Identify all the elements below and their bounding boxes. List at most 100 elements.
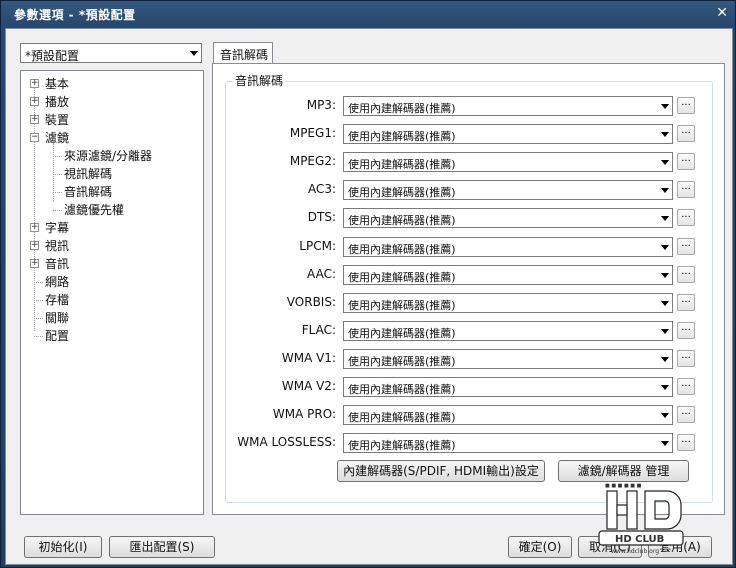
tree-item-label: 網路 xyxy=(45,275,70,289)
decoder-options-button[interactable]: ... xyxy=(677,322,695,339)
tree-item[interactable]: 存檔 xyxy=(45,291,69,308)
decoder-select-value: 使用內建解碼器(推薦) xyxy=(348,355,456,368)
expand-icon[interactable]: + xyxy=(30,115,39,124)
decoder-select-value: 使用內建解碼器(推薦) xyxy=(348,214,456,227)
decoder-select-value: 使用內建解碼器(推薦) xyxy=(348,439,456,452)
decoder-options-button[interactable]: ... xyxy=(677,378,695,395)
decoder-select[interactable]: 使用內建解碼器(推薦) xyxy=(343,293,673,313)
decoder-select[interactable]: 使用內建解碼器(推薦) xyxy=(343,237,673,257)
decoder-select[interactable]: 使用內建解碼器(推薦) xyxy=(343,433,673,453)
tree-item[interactable]: 裝置 xyxy=(45,111,69,128)
tab-audio-decoder[interactable]: 音訊解碼 xyxy=(213,42,273,64)
tree-item[interactable]: 播放 xyxy=(45,93,69,110)
tree-item[interactable]: 字幕 xyxy=(45,219,69,236)
tree-item-label: 來源濾鏡/分離器 xyxy=(64,149,153,163)
decoder-select-value: 使用內建解碼器(推薦) xyxy=(348,271,456,284)
chevron-down-icon xyxy=(661,104,669,109)
decoder-options-button[interactable]: ... xyxy=(677,434,695,451)
expand-icon[interactable]: + xyxy=(30,223,39,232)
settings-tree[interactable]: 基本 + 播放 + 裝置 + 濾鏡 − 來源濾鏡/分離器 視訊解碼音訊解碼濾鏡優先權字幕 + 視訊 + 音… xyxy=(20,70,204,515)
audio-decoder-panel: MP3: 使用內建解碼器(推薦)... MPEG1: 使用內建解碼器(推薦)... MP… xyxy=(212,63,725,515)
chevron-down-icon xyxy=(661,301,669,306)
tree-item[interactable]: 來源濾鏡/分離器 xyxy=(64,147,152,164)
decoder-select[interactable]: 使用內建解碼器(推薦) xyxy=(343,321,673,341)
tree-item-label: 音訊解碼 xyxy=(64,185,113,199)
tree-item[interactable]: 濾鏡 xyxy=(45,129,69,146)
decoder-options-button[interactable]: ... xyxy=(677,406,695,423)
decoder-label: DTS: xyxy=(307,210,336,224)
reset-button[interactable]: 初始化(I) xyxy=(24,536,102,558)
profile-select[interactable]: *預設配置 xyxy=(20,43,202,63)
tree-connector xyxy=(53,174,62,175)
decoder-options-button[interactable]: ... xyxy=(677,153,695,170)
tree-item[interactable]: 音訊解碼 xyxy=(64,183,112,200)
decoder-select-value: 使用內建解碼器(推薦) xyxy=(348,186,456,199)
ok-button[interactable]: 確定(O) xyxy=(508,536,572,558)
decoder-label: WMA V2: xyxy=(281,379,336,393)
decoder-label: WMA PRO: xyxy=(272,407,336,421)
decoder-options-button[interactable]: ... xyxy=(677,181,695,198)
decoder-select[interactable]: 使用內建解碼器(推薦) xyxy=(343,96,673,116)
chevron-down-icon xyxy=(661,413,669,418)
chevron-down-icon xyxy=(661,132,669,137)
tree-item[interactable]: 配置 xyxy=(45,327,69,344)
decoder-options-button[interactable]: ... xyxy=(677,209,695,226)
decoder-select-value: 使用內建解碼器(推薦) xyxy=(348,158,456,171)
tree-item-label: 裝置 xyxy=(45,113,70,127)
tree-connector xyxy=(34,318,43,319)
chevron-down-icon xyxy=(190,51,198,56)
tree-item-label: 存檔 xyxy=(45,293,70,307)
expand-icon[interactable]: + xyxy=(30,79,39,88)
tree-item[interactable]: 濾鏡優先權 xyxy=(64,201,124,218)
decoder-select[interactable]: 使用內建解碼器(推薦) xyxy=(343,180,673,200)
decoder-select-value: 使用內建解碼器(推薦) xyxy=(348,327,456,340)
decoder-label: MPEG1: xyxy=(289,126,336,140)
tree-item-label: 視訊解碼 xyxy=(64,167,113,181)
collapse-icon[interactable]: − xyxy=(30,133,39,142)
tree-connector xyxy=(53,210,62,211)
decoder-group: MP3: 使用內建解碼器(推薦)... MPEG1: 使用內建解碼器(推薦)... MP… xyxy=(225,81,713,503)
decoder-select[interactable]: 使用內建解碼器(推薦) xyxy=(343,265,673,285)
tree-item[interactable]: 網路 xyxy=(45,273,69,290)
tree-connector xyxy=(53,192,62,193)
tree-item[interactable]: 視訊解碼 xyxy=(64,165,112,182)
group-label: 音訊解碼 xyxy=(233,72,286,89)
decoder-options-button[interactable]: ... xyxy=(677,97,695,114)
tree-item[interactable]: 視訊 xyxy=(45,237,69,254)
chevron-down-icon xyxy=(661,441,669,446)
tree-item[interactable]: 關聯 xyxy=(45,309,69,326)
decoder-select[interactable]: 使用內建解碼器(推薦) xyxy=(343,208,673,228)
tree-item[interactable]: 音訊 xyxy=(45,255,69,272)
tree-item-label: 濾鏡優先權 xyxy=(64,203,125,217)
svg-text:■ ■ ■ ■ ■ ■: ■ ■ ■ ■ ■ ■ xyxy=(605,483,642,489)
chevron-down-icon xyxy=(661,385,669,390)
decoder-label: WMA V1: xyxy=(281,351,336,365)
decoder-label: AC3: xyxy=(307,182,336,196)
title-bar[interactable]: 參數選項 - *預設配置 ✕ xyxy=(1,1,735,26)
decoder-options-button[interactable]: ... xyxy=(677,294,695,311)
expand-icon[interactable]: + xyxy=(30,241,39,250)
decoder-options-button[interactable]: ... xyxy=(677,266,695,283)
decoder-select[interactable]: 使用內建解碼器(推薦) xyxy=(343,349,673,369)
window-title: 參數選項 - *預設配置 xyxy=(14,8,136,22)
decoder-select[interactable]: 使用內建解碼器(推薦) xyxy=(343,405,673,425)
decoder-select[interactable]: 使用內建解碼器(推薦) xyxy=(343,152,673,172)
close-icon[interactable]: ✕ xyxy=(716,5,728,21)
decoder-options-button[interactable]: ... xyxy=(677,350,695,367)
export-profile-button[interactable]: 匯出配置(S) xyxy=(109,536,215,558)
hdclub-watermark-logo: ■ ■ ■ ■ ■ ■ HD CLUB www.hdclub.org xyxy=(598,483,684,555)
decoder-select-value: 使用內建解碼器(推薦) xyxy=(348,130,456,143)
expand-icon[interactable]: + xyxy=(30,97,39,106)
decoder-select-value: 使用內建解碼器(推薦) xyxy=(348,243,456,256)
builtin-decoder-settings-button[interactable]: 內建解碼器(S/PDIF, HDMI輸出)設定 xyxy=(337,460,545,482)
expand-icon[interactable]: + xyxy=(30,259,39,268)
decoder-select[interactable]: 使用內建解碼器(推薦) xyxy=(343,377,673,397)
chevron-down-icon xyxy=(661,245,669,250)
decoder-options-button[interactable]: ... xyxy=(677,238,695,255)
tree-item-label: 濾鏡 xyxy=(45,131,70,145)
decoder-select[interactable]: 使用內建解碼器(推薦) xyxy=(343,124,673,144)
tree-item[interactable]: 基本 xyxy=(45,75,69,92)
filter-decoder-manage-button[interactable]: 濾鏡/解碼器 管理 xyxy=(558,460,689,482)
decoder-options-button[interactable]: ... xyxy=(677,125,695,142)
decoder-select-value: 使用內建解碼器(推薦) xyxy=(348,102,456,115)
